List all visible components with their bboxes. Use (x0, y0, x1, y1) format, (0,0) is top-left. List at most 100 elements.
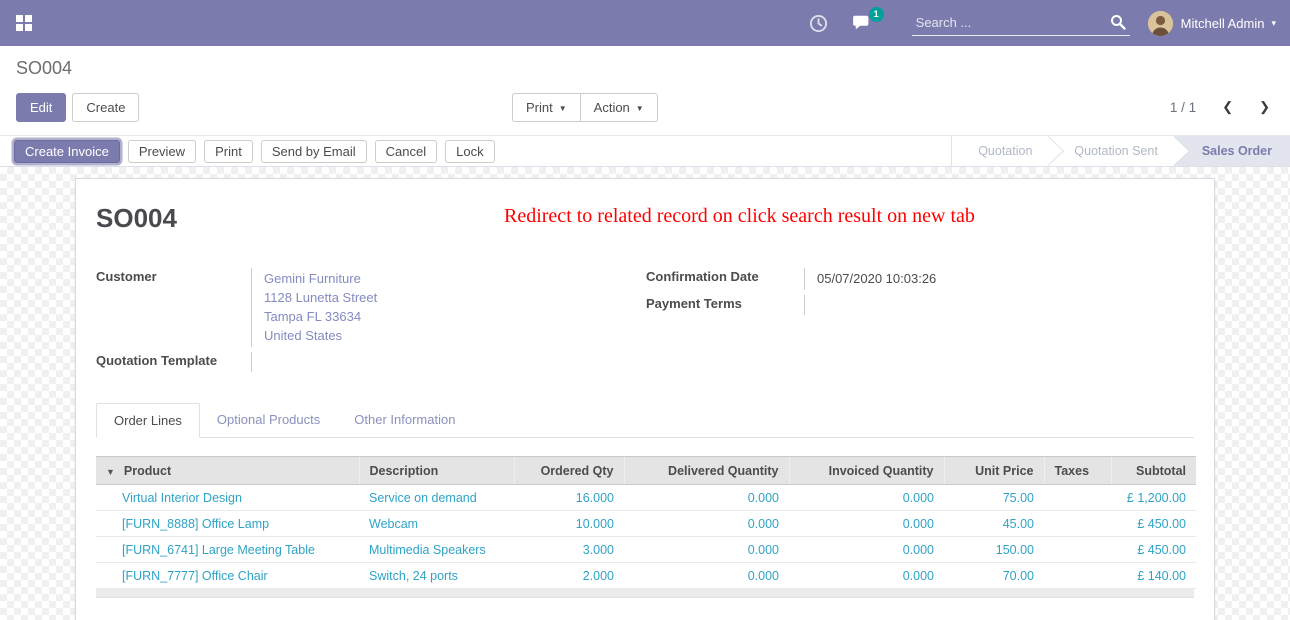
search-icon[interactable] (1110, 14, 1126, 30)
tab-order-lines[interactable]: Order Lines (96, 403, 200, 438)
cell-product[interactable]: [FURN_8888] Office Lamp (96, 511, 359, 537)
cell-invoiced-qty[interactable]: 0.000 (789, 563, 944, 589)
column-header-description[interactable]: Description (359, 457, 514, 485)
messages-icon[interactable]: 1 (852, 14, 874, 32)
top-navbar: 1 Mitchell Admin ▾ (0, 0, 1290, 46)
cell-description[interactable]: Multimedia Speakers (359, 537, 514, 563)
cell-product[interactable]: [FURN_6741] Large Meeting Table (96, 537, 359, 563)
annotation-note: Redirect to related record on click sear… (504, 205, 975, 228)
cell-ordered-qty[interactable]: 2.000 (514, 563, 624, 589)
cell-delivered-qty[interactable]: 0.000 (624, 511, 789, 537)
cell-description[interactable]: Webcam (359, 511, 514, 537)
customer-address-line2[interactable]: Tampa FL 33634 (264, 307, 646, 326)
order-line-row[interactable]: [FURN_8888] Office Lamp Webcam 10.000 0.… (96, 511, 1196, 537)
cell-unit-price[interactable]: 45.00 (944, 511, 1044, 537)
cell-taxes[interactable] (1044, 563, 1111, 589)
column-header-product[interactable]: ▼Product (96, 457, 359, 485)
action-dropdown-button[interactable]: Action▼ (580, 93, 658, 122)
column-header-unit-price[interactable]: Unit Price (944, 457, 1044, 485)
sales-order-sheet: SO004 Redirect to related record on clic… (75, 178, 1215, 620)
cell-delivered-qty[interactable]: 0.000 (624, 485, 789, 511)
record-actions-group: Print▼ Action▼ (512, 93, 658, 122)
order-line-row[interactable]: [FURN_7777] Office Chair Switch, 24 port… (96, 563, 1196, 589)
column-header-ordered-qty[interactable]: Ordered Qty (514, 457, 624, 485)
cell-invoiced-qty[interactable]: 0.000 (789, 537, 944, 563)
column-header-subtotal[interactable]: Subtotal (1111, 457, 1196, 485)
control-panel: SO004 Edit Create Print▼ Action▼ 1 / 1 ❮… (0, 46, 1290, 135)
cell-description[interactable]: Service on demand (359, 485, 514, 511)
breadcrumb[interactable]: SO004 (16, 58, 1274, 79)
cell-delivered-qty[interactable]: 0.000 (624, 537, 789, 563)
cell-subtotal[interactable]: £ 450.00 (1111, 511, 1196, 537)
pager-previous-icon[interactable]: ❮ (1218, 99, 1237, 115)
cancel-button[interactable]: Cancel (375, 140, 437, 163)
form-view-background: SO004 Redirect to related record on clic… (0, 167, 1290, 620)
customer-address-line1[interactable]: 1128 Lunetta Street (264, 288, 646, 307)
send-by-email-button[interactable]: Send by Email (261, 140, 367, 163)
payment-terms-label: Payment Terms (646, 295, 804, 315)
cell-invoiced-qty[interactable]: 0.000 (789, 485, 944, 511)
action-caret-icon: ▼ (636, 104, 644, 113)
customer-name-link[interactable]: Gemini Furniture (264, 269, 646, 288)
cell-taxes[interactable] (1044, 485, 1111, 511)
state-quotation[interactable]: Quotation (952, 136, 1048, 166)
cell-ordered-qty[interactable]: 3.000 (514, 537, 624, 563)
user-avatar (1148, 11, 1173, 36)
tab-other-information[interactable]: Other Information (337, 403, 472, 438)
state-quotation-sent[interactable]: Quotation Sent (1048, 136, 1173, 166)
order-line-row[interactable]: Virtual Interior Design Service on deman… (96, 485, 1196, 511)
user-name: Mitchell Admin (1181, 16, 1265, 31)
preview-button[interactable]: Preview (128, 140, 196, 163)
cell-unit-price[interactable]: 75.00 (944, 485, 1044, 511)
confirmation-date-field: Confirmation Date 05/07/2020 10:03:26 (646, 268, 1194, 290)
column-toggle-caret-icon[interactable]: ▼ (106, 467, 115, 477)
cell-ordered-qty[interactable]: 10.000 (514, 511, 624, 537)
order-line-row[interactable]: [FURN_6741] Large Meeting Table Multimed… (96, 537, 1196, 563)
cell-description[interactable]: Switch, 24 ports (359, 563, 514, 589)
state-sales-order[interactable]: Sales Order (1174, 136, 1290, 166)
create-button[interactable]: Create (72, 93, 139, 122)
quotation-template-field: Quotation Template (96, 352, 646, 372)
pager-next-icon[interactable]: ❯ (1255, 99, 1274, 115)
cell-unit-price[interactable]: 70.00 (944, 563, 1044, 589)
cell-product[interactable]: [FURN_7777] Office Chair (96, 563, 359, 589)
cell-product[interactable]: Virtual Interior Design (96, 485, 359, 511)
order-lines-table: ▼Product Description Ordered Qty Deliver… (96, 456, 1196, 589)
print-button[interactable]: Print (204, 140, 253, 163)
quotation-template-value[interactable] (251, 352, 646, 372)
cell-invoiced-qty[interactable]: 0.000 (789, 511, 944, 537)
customer-address-country[interactable]: United States (264, 326, 646, 345)
customer-label: Customer (96, 268, 251, 347)
cell-subtotal[interactable]: £ 450.00 (1111, 537, 1196, 563)
print-caret-icon: ▼ (559, 104, 567, 113)
cell-subtotal[interactable]: £ 140.00 (1111, 563, 1196, 589)
payment-terms-value[interactable] (804, 295, 1194, 315)
payment-terms-field: Payment Terms (646, 295, 1194, 315)
activities-clock-icon[interactable] (809, 14, 828, 33)
cell-delivered-qty[interactable]: 0.000 (624, 563, 789, 589)
print-dropdown-button[interactable]: Print▼ (512, 93, 581, 122)
lock-button[interactable]: Lock (445, 140, 494, 163)
user-menu[interactable]: Mitchell Admin ▾ (1148, 11, 1280, 36)
column-header-invoiced-quantity[interactable]: Invoiced Quantity (789, 457, 944, 485)
create-invoice-button[interactable]: Create Invoice (14, 140, 120, 163)
apps-menu-icon[interactable] (16, 15, 32, 31)
column-header-delivered-quantity[interactable]: Delivered Quantity (624, 457, 789, 485)
cell-subtotal[interactable]: £ 1,200.00 (1111, 485, 1196, 511)
notebook-tabs: Order Lines Optional Products Other Info… (96, 403, 1194, 438)
customer-field: Customer Gemini Furniture 1128 Lunetta S… (96, 268, 646, 347)
tab-optional-products[interactable]: Optional Products (200, 403, 337, 438)
cell-ordered-qty[interactable]: 16.000 (514, 485, 624, 511)
table-header-row: ▼Product Description Ordered Qty Deliver… (96, 457, 1196, 485)
column-header-taxes[interactable]: Taxes (1044, 457, 1111, 485)
table-footer-strip (96, 589, 1194, 598)
search-input[interactable] (912, 10, 1130, 36)
cell-taxes[interactable] (1044, 511, 1111, 537)
edit-button[interactable]: Edit (16, 93, 66, 122)
pager-value: 1 / 1 (1170, 100, 1196, 115)
quotation-template-label: Quotation Template (96, 352, 251, 372)
global-search (912, 10, 1130, 36)
cell-taxes[interactable] (1044, 537, 1111, 563)
cell-unit-price[interactable]: 150.00 (944, 537, 1044, 563)
messages-badge: 1 (869, 7, 884, 22)
